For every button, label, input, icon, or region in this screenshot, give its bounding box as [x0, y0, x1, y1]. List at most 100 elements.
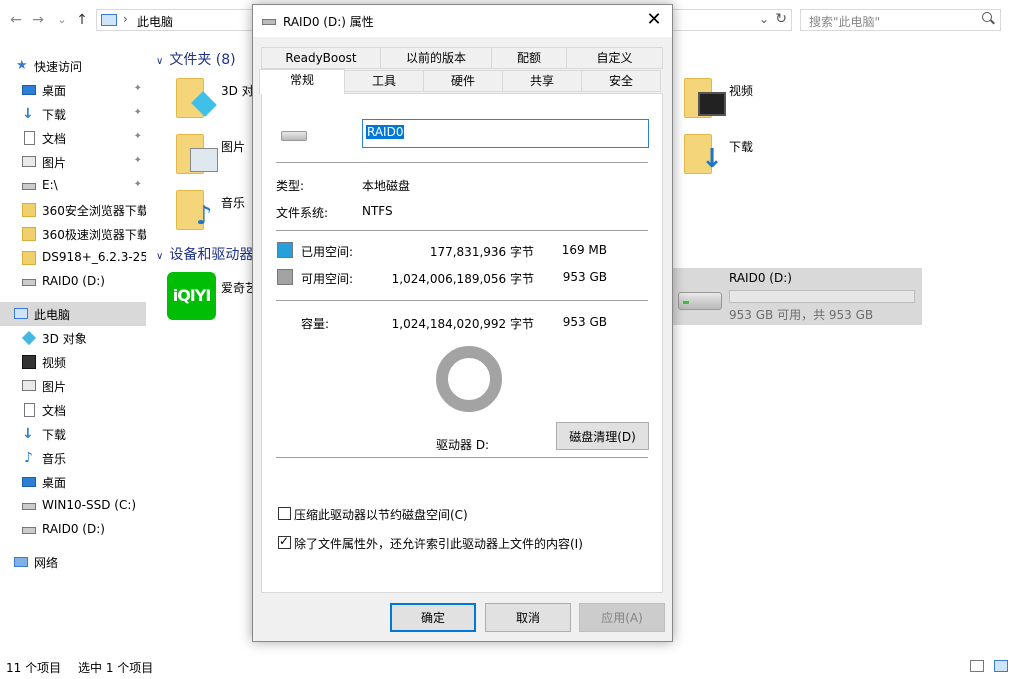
large-icons-view-icon[interactable] — [994, 660, 1008, 672]
sidebar-item-label: 360安全浏览器下载 — [42, 204, 146, 218]
cancel-button[interactable]: 取消 — [485, 603, 571, 632]
sidebar-item-label: 网络 — [34, 556, 59, 570]
downloads-folder-icon: ↓ — [701, 144, 723, 174]
tab-general[interactable]: 常规 — [259, 69, 345, 94]
folder-icon — [22, 227, 36, 241]
folder-3d-objects[interactable] — [174, 78, 220, 122]
chevron-down-icon[interactable]: ⌄ — [759, 12, 769, 26]
folder-label[interactable]: 音乐 — [221, 194, 245, 211]
tab-security[interactable]: 安全 — [581, 70, 661, 92]
sidebar-item-label: 图片 — [42, 380, 67, 394]
up-arrow-icon[interactable]: ↑ — [74, 10, 90, 30]
sidebar-item-desktop[interactable]: 桌面 — [0, 470, 146, 494]
pictures-icon — [22, 380, 36, 391]
search-input[interactable]: 搜索"此电脑" — [800, 9, 1001, 31]
filesystem-value: NTFS — [362, 204, 393, 218]
apply-button[interactable]: 应用(A) — [579, 603, 665, 632]
sidebar-item-raid0[interactable]: RAID0 (D:) — [0, 518, 146, 542]
compress-checkbox[interactable] — [278, 507, 291, 520]
sidebar-item-label: 桌面 — [42, 84, 67, 98]
sidebar-item-music[interactable]: ♪ 音乐 — [0, 446, 146, 470]
breadcrumb-this-pc[interactable]: 此电脑 — [137, 13, 173, 30]
sidebar-item-raid0[interactable]: RAID0 (D:) — [0, 270, 146, 294]
sidebar-item-documents[interactable]: 文档 ✦ — [0, 126, 146, 150]
drive-usage-bar — [729, 290, 915, 303]
devices-group-header[interactable]: ∨ 设备和驱动器 — [156, 244, 253, 264]
navigation-pane: ★ 快速访问 桌面 ✦ ↓ 下载 ✦ 文档 ✦ 图片 ✦ E:\ ✦ 360安全… — [0, 46, 150, 646]
tab-quota[interactable]: 配额 — [491, 47, 567, 69]
tab-sharing[interactable]: 共享 — [502, 70, 582, 92]
tab-tools[interactable]: 工具 — [344, 70, 424, 92]
back-arrow-icon[interactable]: ← — [8, 10, 24, 30]
sidebar-item-downloads[interactable]: ↓ 下载 ✦ — [0, 102, 146, 126]
drive-icon — [22, 183, 36, 190]
sidebar-item-quick-access[interactable]: ★ 快速访问 — [0, 54, 146, 78]
sidebar-item-folder[interactable]: DS918+_6.2.3-254 — [0, 246, 146, 270]
details-view-icon[interactable] — [970, 660, 984, 672]
folder-downloads[interactable]: ↓ — [682, 134, 728, 178]
sidebar-item-folder[interactable]: 360安全浏览器下载 — [0, 198, 146, 222]
sidebar-item-label: 文档 — [42, 132, 67, 146]
sidebar-item-network[interactable]: 网络 — [0, 550, 146, 574]
sidebar-item-e-drive[interactable]: E:\ ✦ — [0, 174, 146, 198]
pin-icon: ✦ — [133, 179, 142, 190]
sidebar-item-videos[interactable]: 视频 — [0, 350, 146, 374]
folders-group-header[interactable]: ∨ 文件夹 (8) — [156, 49, 236, 69]
sidebar-item-label: E:\ — [42, 178, 58, 192]
video-icon — [22, 355, 36, 369]
index-checkbox[interactable] — [278, 534, 291, 549]
folder-label[interactable]: 3D 对 — [221, 82, 254, 99]
pin-icon: ✦ — [133, 155, 142, 166]
forward-arrow-icon[interactable]: → — [30, 10, 46, 30]
sidebar-item-3d-objects[interactable]: 3D 对象 — [0, 326, 146, 350]
ok-button[interactable]: 确定 — [390, 603, 476, 632]
folder-videos[interactable] — [682, 78, 728, 122]
folder-music[interactable]: ♪ — [174, 190, 220, 234]
recent-locations-icon[interactable]: ⌄ — [54, 10, 70, 30]
sidebar-item-pictures[interactable]: 图片 ✦ — [0, 150, 146, 174]
folder-pictures[interactable] — [174, 134, 220, 178]
drive-icon — [22, 279, 36, 286]
tab-hardware[interactable]: 硬件 — [423, 70, 503, 92]
sidebar-item-label: 下载 — [42, 108, 67, 122]
sidebar-item-label: 此电脑 — [34, 308, 71, 322]
music-folder-icon: ♪ — [195, 201, 213, 231]
sidebar-item-folder[interactable]: 360极速浏览器下载 — [0, 222, 146, 246]
volume-name-input[interactable]: RAID0 — [362, 119, 649, 148]
sidebar-item-label: DS918+_6.2.3-254 — [42, 250, 146, 264]
free-space-swatch — [277, 269, 293, 285]
sidebar-item-this-pc[interactable]: 此电脑 — [0, 302, 146, 326]
sidebar-item-desktop[interactable]: 桌面 ✦ — [0, 78, 146, 102]
sidebar-item-pictures[interactable]: 图片 — [0, 374, 146, 398]
breadcrumb-separator: › — [123, 12, 128, 26]
refresh-icon[interactable]: ↻ — [775, 11, 787, 27]
computer-icon — [14, 308, 28, 319]
iqiyi-logo-icon[interactable]: iQIYI — [167, 272, 216, 320]
free-space-size: 953 GB — [562, 270, 607, 284]
sidebar-item-c-drive[interactable]: WIN10-SSD (C:) — [0, 494, 146, 518]
hard-drive-icon — [678, 292, 722, 310]
disk-cleanup-button[interactable]: 磁盘清理(D) — [556, 422, 649, 450]
sidebar-item-documents[interactable]: 文档 — [0, 398, 146, 422]
desktop-icon — [22, 477, 36, 487]
tab-readyboost[interactable]: ReadyBoost — [261, 47, 381, 69]
compress-label[interactable]: 压缩此驱动器以节约磁盘空间(C) — [294, 506, 468, 523]
index-label[interactable]: 除了文件属性外，还允许索引此驱动器上文件的内容(I) — [294, 535, 583, 552]
sidebar-item-downloads[interactable]: ↓ 下载 — [0, 422, 146, 446]
capacity-label: 容量: — [301, 317, 330, 331]
dialog-title-bar[interactable]: RAID0 (D:) 属性 ✕ — [253, 5, 672, 37]
star-icon: ★ — [16, 58, 28, 73]
tab-previous-versions[interactable]: 以前的版本 — [380, 47, 492, 69]
close-icon[interactable]: ✕ — [644, 9, 664, 30]
folder-label[interactable]: 图片 — [221, 138, 245, 155]
tab-customize[interactable]: 自定义 — [566, 47, 663, 69]
pictures-icon — [22, 156, 36, 167]
sidebar-item-label: 桌面 — [42, 476, 67, 490]
drive-tile-raid0[interactable]: RAID0 (D:) 953 GB 可用，共 953 GB — [672, 268, 922, 325]
folder-label[interactable]: 视频 — [729, 82, 753, 99]
sidebar-item-label: 360极速浏览器下载 — [42, 228, 146, 242]
status-bar: 11 个项目 选中 1 个项目 — [0, 656, 1016, 679]
search-icon[interactable] — [982, 12, 994, 24]
folder-label[interactable]: 下载 — [729, 138, 753, 155]
free-space-label: 可用空间: — [301, 272, 354, 286]
